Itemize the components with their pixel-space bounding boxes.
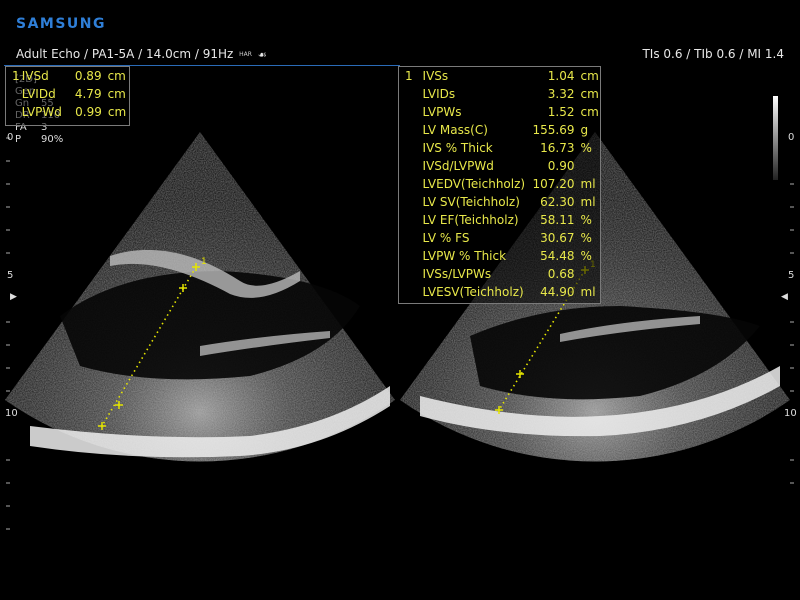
har-badge: HAR xyxy=(239,51,252,58)
measurement-row: LVPW % Thick 54.48% xyxy=(422,249,592,263)
grayscale-bar xyxy=(773,96,778,180)
depth-label-10-right: 10 xyxy=(784,408,797,419)
left-caliper-label: 1 xyxy=(201,257,207,267)
measurement-row: LV % FS 30.67% xyxy=(422,231,592,245)
measurement-row: LV SV(Teichholz) 62.30 ml xyxy=(422,195,596,209)
thermal-index-info: TIs 0.6 / TIb 0.6 / MI 1.4 xyxy=(642,47,784,61)
focus-marker-left-icon: ▶ xyxy=(10,292,17,302)
depth-label-10-left: 10 xyxy=(5,408,18,419)
imaging-mode-info: Adult Echo / PA1-5A / 14.0cm / 91Hz HAR … xyxy=(16,47,267,61)
measurement-row: LVIDs 3.32 cm xyxy=(422,87,599,101)
measurement-row: LVEDV(Teichholz) 107.20 ml xyxy=(422,177,596,191)
left-sector-image xyxy=(5,132,395,462)
measurement-row: IVSd/LVPWd 0.90 xyxy=(422,159,575,173)
probe-icon: ☙ xyxy=(257,50,267,61)
mode-text: Adult Echo / PA1-5A / 14.0cm / 91Hz xyxy=(16,47,234,61)
right-depth-ticks xyxy=(790,183,794,484)
measurement-row: LV EF(Teichholz) 58.11% xyxy=(422,213,592,227)
left-measurement-box: 1 IVSd 0.89 cm LVIDd 4.79 cm LVPWd 0.99 cm xyxy=(5,66,130,126)
depth-label-5-right: 5 xyxy=(788,270,795,281)
measurement-row: IVS % Thick 16.73% xyxy=(422,141,592,155)
right-measurement-box: 1 IVSs 1.04 cm LVIDs 3.32 cm LVPWs 1.52 cm LV Mass… xyxy=(398,66,601,304)
left-depth-ticks xyxy=(6,137,10,530)
measurement-row: LVIDd 4.79 cm xyxy=(21,87,126,101)
brand-logo: SAMSUNG xyxy=(16,16,107,32)
depth-label-5-left: 5 xyxy=(7,270,14,281)
focus-marker-right-icon: ◀ xyxy=(781,292,788,302)
measurement-row: IVSs/LVPWs 0.68 xyxy=(422,267,575,281)
measurement-row: 1 IVSs 1.04 cm xyxy=(405,69,599,83)
depth-label-0-right: 0 xyxy=(788,132,795,143)
param-row: P 90% xyxy=(15,134,64,145)
measurement-row: LVPWs 1.52 cm xyxy=(422,105,599,119)
measurement-row: LV Mass(C) 155.69 g xyxy=(422,123,589,137)
measurement-row: 1 IVSd 0.89 cm xyxy=(12,69,126,83)
depth-label-0-left: 0 xyxy=(7,132,14,143)
measurement-row: LVPWd 0.99 cm xyxy=(21,105,127,119)
measurement-row: LVESV(Teichholz) 44.90 ml xyxy=(422,285,596,299)
